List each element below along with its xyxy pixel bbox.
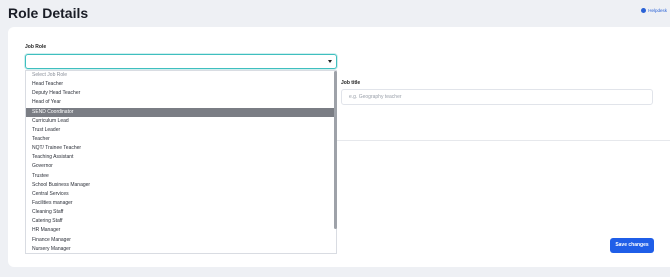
dropdown-option[interactable]: Central Services: [26, 190, 336, 199]
dropdown-option[interactable]: Teaching Assistant: [26, 153, 336, 162]
dropdown-option[interactable]: Teacher: [26, 135, 336, 144]
dropdown-option[interactable]: Governor: [26, 162, 336, 171]
dropdown-option[interactable]: Finance Manager: [26, 236, 336, 245]
dropdown-option[interactable]: Catering Staff: [26, 217, 336, 226]
dropdown-option[interactable]: HR Manager: [26, 226, 336, 235]
help-icon: [641, 8, 647, 13]
dropdown-option[interactable]: Trustee: [26, 172, 336, 181]
job-role-label: Job Role: [25, 44, 47, 50]
dropdown-option[interactable]: Nursery Manager: [26, 245, 336, 253]
helpdesk-label: Helpdesk: [648, 8, 667, 13]
job-role-dropdown: Select Job Role Head Teacher Deputy Head…: [25, 70, 337, 254]
job-title-input[interactable]: e.g. Geography teacher: [341, 89, 653, 105]
dropdown-option[interactable]: Head Teacher: [26, 80, 336, 89]
dropdown-option[interactable]: Head of Year: [26, 98, 336, 107]
job-title-label: Job title: [341, 80, 361, 86]
dropdown-option[interactable]: Cleaning Staff: [26, 208, 336, 217]
dropdown-option[interactable]: Select Job Role: [26, 71, 336, 80]
section-divider: [337, 140, 670, 141]
dropdown-option[interactable]: Deputy Head Teacher: [26, 89, 336, 98]
dropdown-option[interactable]: NQT/ Trainee Teacher: [26, 144, 336, 153]
dropdown-option[interactable]: Facilities manager: [26, 199, 336, 208]
helpdesk-link[interactable]: Helpdesk: [641, 8, 667, 13]
dropdown-scrollbar[interactable]: [334, 71, 337, 229]
save-button[interactable]: Save changes: [610, 238, 654, 253]
dropdown-option-selected[interactable]: SEND Coordinator: [26, 107, 336, 117]
caret-down-icon: [328, 60, 332, 63]
dropdown-option[interactable]: School Business Manager: [26, 181, 336, 190]
dropdown-option[interactable]: Curriculum Lead: [26, 117, 336, 126]
page-title: Role Details: [8, 5, 89, 21]
dropdown-option[interactable]: Trust Leader: [26, 126, 336, 135]
job-role-select[interactable]: [25, 54, 337, 69]
